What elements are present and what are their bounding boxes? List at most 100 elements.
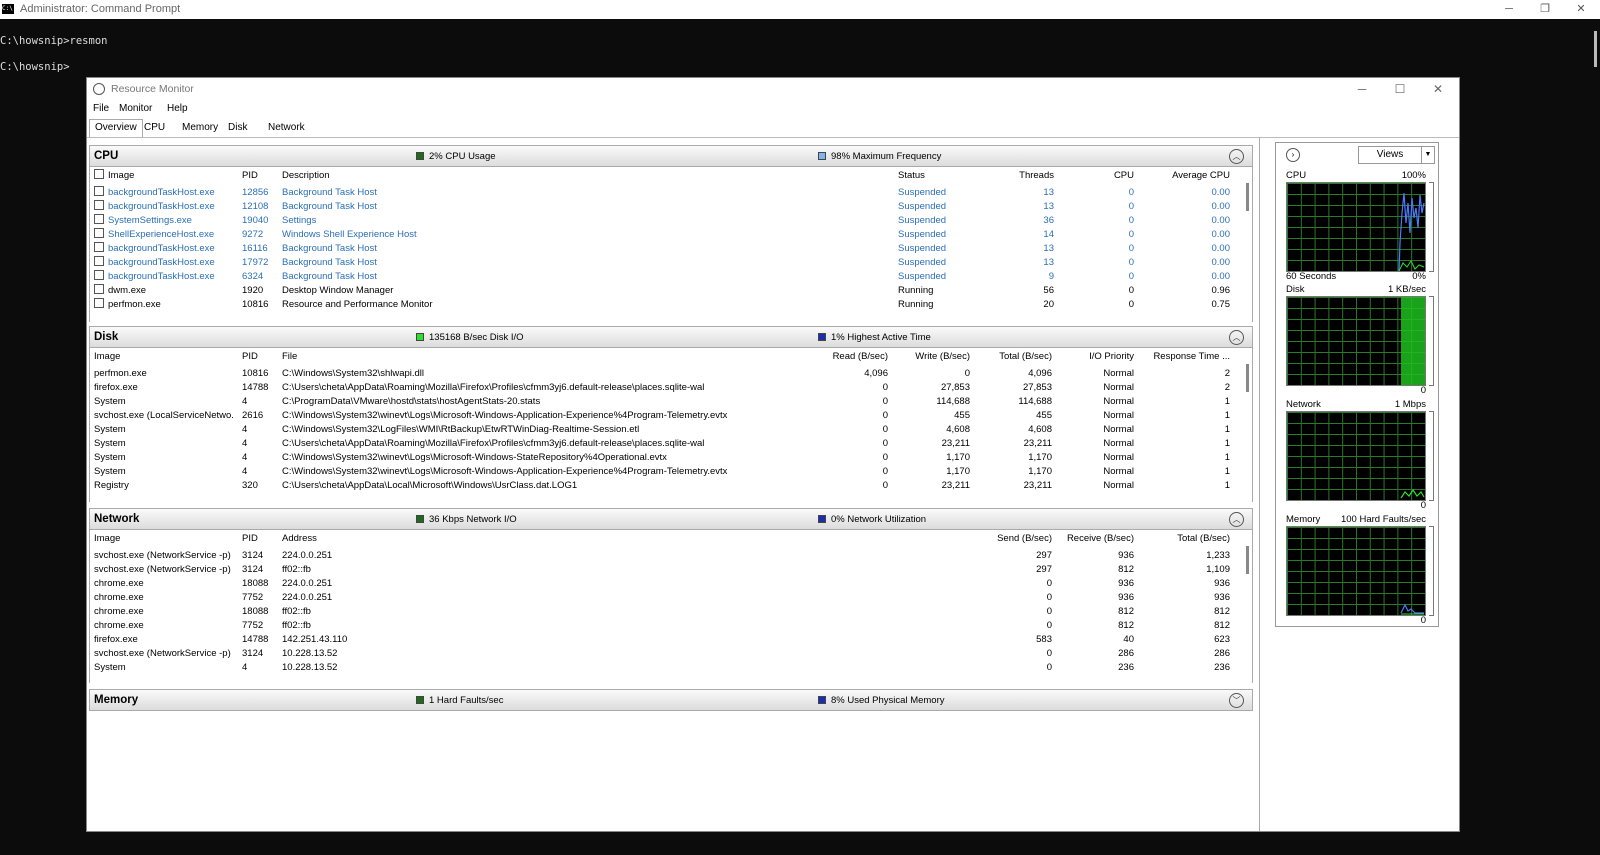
table-row[interactable]: SystemSettings.exe 19040 Settings Suspended… xyxy=(90,214,1236,228)
table-row[interactable]: firefox.exe 14788 C:\Users\cheta\AppData\R… xyxy=(90,381,1236,395)
column-header-2[interactable]: File xyxy=(282,350,822,364)
table-row[interactable]: dwm.exe 1920 Desktop Window Manager Running… xyxy=(90,284,1236,298)
table-row[interactable]: svchost.exe (LocalServiceNetwo... 2616 C:\… xyxy=(90,409,1236,423)
console-scrollbar[interactable] xyxy=(1588,19,1600,855)
network-activity-table: Image PID Address Send (B/sec) Receive (B/se… xyxy=(89,530,1253,683)
row-checkbox[interactable] xyxy=(94,270,104,280)
tab-network[interactable]: Network xyxy=(263,120,310,137)
table-row[interactable]: perfmon.exe 10816 Resource and Performance… xyxy=(90,298,1236,312)
column-header-0[interactable]: Image xyxy=(94,532,234,546)
row-checkbox[interactable] xyxy=(94,228,104,238)
close-icon[interactable]: ✕ xyxy=(1419,78,1457,100)
chevron-down-icon[interactable]: ▼ xyxy=(1421,146,1435,164)
column-header-1[interactable]: PID xyxy=(242,350,280,364)
row-checkbox[interactable] xyxy=(94,200,104,210)
table-cell: 1,170 xyxy=(946,466,970,477)
table-row[interactable]: chrome.exe 18088 224.0.0.251 0 936 936 xyxy=(90,577,1236,591)
row-checkbox[interactable] xyxy=(94,298,104,308)
column-header-2[interactable]: Description xyxy=(282,169,892,183)
console-output[interactable]: C:\howsnip>resmon C:\howsnip> xyxy=(0,28,107,80)
network-section-header[interactable]: Network 36 Kbps Network I/O 0% Network U… xyxy=(89,508,1253,530)
table-cell: 0 xyxy=(1046,578,1052,589)
table-row[interactable]: System 4 10.228.13.52 0 236 236 xyxy=(90,661,1236,675)
table-row[interactable]: backgroundTaskHost.exe 16116 Background Ta… xyxy=(90,242,1236,256)
memory-section-header[interactable]: Memory 1 Hard Faults/sec 8% Used Physica… xyxy=(89,689,1253,711)
views-button[interactable]: Views xyxy=(1358,146,1422,164)
network-scrollbar[interactable] xyxy=(1246,546,1249,574)
light-blue-swatch xyxy=(818,152,826,160)
collapse-icon[interactable]: ︿ xyxy=(1229,149,1244,164)
disk-graph xyxy=(1286,296,1426,386)
table-row[interactable]: chrome.exe 18088 ff02::fb 0 812 812 xyxy=(90,605,1236,619)
column-header-4[interactable]: Threads xyxy=(976,169,1054,183)
table-row[interactable]: System 4 C:\Windows\System32\LogFiles\WMI\… xyxy=(90,423,1236,437)
column-header-0[interactable]: Image xyxy=(94,169,234,183)
column-header-3[interactable]: Read (B/sec) xyxy=(824,350,888,364)
column-header-1[interactable]: PID xyxy=(242,169,280,183)
table-cell: 13 xyxy=(1043,257,1054,268)
table-row[interactable]: backgroundTaskHost.exe 12108 Background Ta… xyxy=(90,200,1236,214)
row-checkbox[interactable] xyxy=(94,214,104,224)
tab-disk[interactable]: Disk xyxy=(223,120,252,137)
column-header-5[interactable]: Total (B/sec) xyxy=(972,350,1052,364)
collapse-icon[interactable]: ︿ xyxy=(1229,330,1244,345)
close-icon[interactable]: ✕ xyxy=(1566,0,1596,19)
row-checkbox[interactable] xyxy=(94,256,104,266)
column-header-6[interactable]: Average CPU xyxy=(1138,169,1230,183)
column-header-2[interactable]: Address xyxy=(282,532,842,546)
collapse-icon[interactable]: ︿ xyxy=(1229,512,1244,527)
table-row[interactable]: System 4 C:\Users\cheta\AppData\Roaming\Mo… xyxy=(90,437,1236,451)
tab-cpu[interactable]: CPU xyxy=(139,120,170,137)
minimize-icon[interactable]: ─ xyxy=(1494,0,1524,19)
table-row[interactable]: svchost.exe (NetworkService -p) 3124 ff02:… xyxy=(90,563,1236,577)
table-row[interactable]: backgroundTaskHost.exe 17972 Background Ta… xyxy=(90,256,1236,270)
column-header-1[interactable]: PID xyxy=(242,532,280,546)
chevron-right-icon[interactable]: › xyxy=(1286,148,1300,162)
table-row[interactable]: backgroundTaskHost.exe 12856 Background Ta… xyxy=(90,186,1236,200)
column-header-5[interactable]: CPU xyxy=(1058,169,1134,183)
table-row[interactable]: System 4 C:\Windows\System32\winevt\Logs\M… xyxy=(90,465,1236,479)
select-all-checkbox[interactable] xyxy=(94,169,104,179)
cpu-scrollbar[interactable] xyxy=(1246,183,1249,211)
column-header-4[interactable]: Write (B/sec) xyxy=(890,350,970,364)
table-row[interactable]: firefox.exe 14788 142.251.43.110 583 40 623 xyxy=(90,633,1236,647)
window-title-bar[interactable]: Resource Monitor ─ ☐ ✕ xyxy=(87,78,1459,100)
cpu-graph xyxy=(1286,182,1426,272)
table-row[interactable]: perfmon.exe 10816 C:\Windows\System32\shlw… xyxy=(90,367,1236,381)
table-row[interactable]: System 4 C:\ProgramData\VMware\hostd\stats… xyxy=(90,395,1236,409)
table-row[interactable]: chrome.exe 7752 ff02::fb 0 812 812 xyxy=(90,619,1236,633)
table-row[interactable]: System 4 C:\Windows\System32\winevt\Logs\M… xyxy=(90,451,1236,465)
row-checkbox[interactable] xyxy=(94,186,104,196)
table-row[interactable]: svchost.exe (NetworkService -p) 3124 224.0… xyxy=(90,549,1236,563)
disk-section-header[interactable]: Disk 135168 B/sec Disk I/O 1% Highest Ac… xyxy=(89,326,1253,348)
table-cell: 1,109 xyxy=(1206,564,1230,575)
table-row[interactable]: Registry 320 C:\Users\cheta\AppData\Local\… xyxy=(90,479,1236,493)
minimize-icon[interactable]: ─ xyxy=(1343,78,1381,100)
disk-scrollbar[interactable] xyxy=(1246,364,1249,392)
dark-green-swatch xyxy=(416,152,424,160)
menu-help[interactable]: Help xyxy=(167,100,188,118)
menu-file[interactable]: File xyxy=(93,100,109,118)
table-cell: firefox.exe xyxy=(94,382,138,393)
table-row[interactable]: svchost.exe (NetworkService -p) 3124 10.22… xyxy=(90,647,1236,661)
table-row[interactable]: backgroundTaskHost.exe 6324 Background Tas… xyxy=(90,270,1236,284)
expand-icon[interactable]: ﹀ xyxy=(1229,693,1244,708)
tab-overview[interactable]: Overview xyxy=(89,119,143,138)
row-checkbox[interactable] xyxy=(94,242,104,252)
row-checkbox[interactable] xyxy=(94,284,104,294)
cpu-section-header[interactable]: CPU 2% CPU Usage 98% Maximum Frequency ︿ xyxy=(89,145,1253,167)
tab-memory[interactable]: Memory xyxy=(177,120,223,137)
maximize-icon[interactable]: ☐ xyxy=(1381,78,1419,100)
column-header-0[interactable]: Image xyxy=(94,350,234,364)
column-header-6[interactable]: I/O Priority xyxy=(1056,350,1134,364)
table-row[interactable]: chrome.exe 7752 224.0.0.251 0 936 936 xyxy=(90,591,1236,605)
column-header-5[interactable]: Total (B/sec) xyxy=(1138,532,1230,546)
column-header-3[interactable]: Send (B/sec) xyxy=(972,532,1052,546)
column-header-3[interactable]: Status xyxy=(898,169,972,183)
restore-icon[interactable]: ❐ xyxy=(1530,0,1560,19)
graph-panel: › Views ▼ CPU 100% 60 Seconds 0% Disk 1 … xyxy=(1275,142,1439,627)
table-row[interactable]: ShellExperienceHost.exe 9272 Windows Shell… xyxy=(90,228,1236,242)
column-header-7[interactable]: Response Time ... xyxy=(1138,350,1230,364)
menu-monitor[interactable]: Monitor xyxy=(119,100,152,118)
column-header-4[interactable]: Receive (B/sec) xyxy=(1056,532,1134,546)
